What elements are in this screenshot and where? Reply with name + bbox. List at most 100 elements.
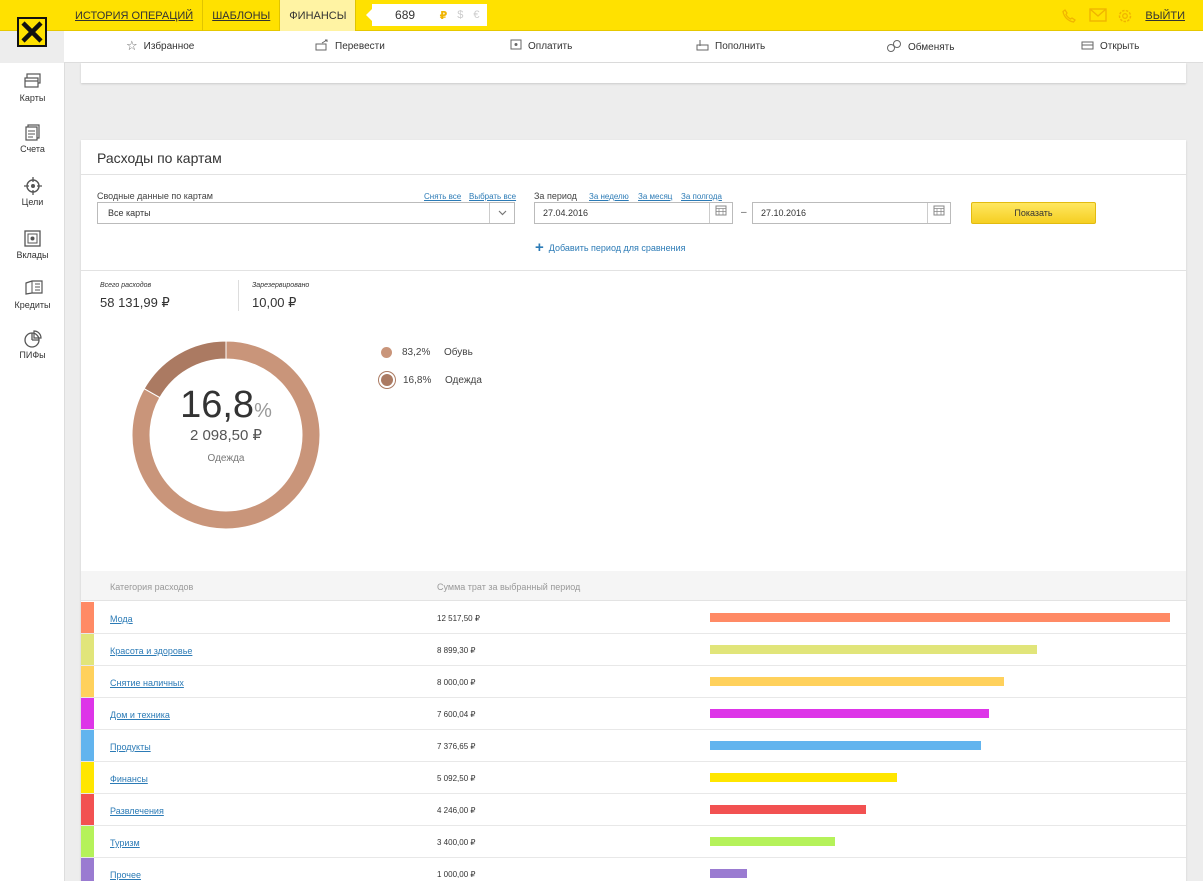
currency-rub[interactable]: ₽ [440,9,448,22]
category-bar [710,773,897,782]
category-bar [710,613,1170,622]
category-link[interactable]: Красота и здоровье [110,646,192,656]
category-color-swatch [81,730,94,761]
chevron-down-icon[interactable] [489,203,514,223]
calendar-icon[interactable] [927,203,950,223]
donut-percent-value: 16,8 [180,384,255,426]
sidebar-item-funds[interactable]: ПИФы [0,330,65,360]
category-link[interactable]: Прочее [110,870,141,880]
legend-item-shoes[interactable]: 83,2% Обувь [381,347,473,358]
category-amount: 4 246,00 ₽ [437,806,476,815]
sidebar-item-label: Счета [20,144,45,154]
period-month-link[interactable]: За месяц [638,192,672,201]
gear-icon[interactable] [1117,8,1133,24]
table-row: Туризм 3 400,00 ₽ [81,826,1186,858]
exit-link[interactable]: ВЫЙТИ [1145,10,1185,22]
tab-finances[interactable]: ФИНАНСЫ [280,0,357,31]
table-row: Снятие наличных 8 000,00 ₽ [81,666,1186,698]
category-link[interactable]: Финансы [110,774,148,784]
add-comparison-period-link[interactable]: + Добавить период для сравнения [535,239,686,256]
table-row: Мода 12 517,50 ₽ [81,602,1186,634]
credit-icon [24,280,43,298]
table-row: Развлечения 4 246,00 ₽ [81,794,1186,826]
date-from-input[interactable]: 27.04.2016 [534,202,733,224]
cards-select-value: Все карты [108,208,151,218]
category-link[interactable]: Развлечения [110,806,164,816]
category-link[interactable]: Мода [110,614,133,624]
currency-usd[interactable]: $ [457,9,463,21]
action-transfer-label: Перевести [335,41,385,52]
donut-center: 16,8% 2 098,50 ₽ Одежда [131,340,321,530]
category-amount: 8 000,00 ₽ [437,678,476,687]
legend-item-clothes[interactable]: 16,8% Одежда [381,374,482,386]
star-icon: ☆ [126,38,138,53]
sidebar-item-goals[interactable]: Цели [0,177,65,207]
category-bar [710,869,747,878]
action-top-up-label: Пополнить [715,41,766,52]
action-exchange[interactable]: Обменять [886,39,954,56]
donut-amount: 2 098,50 ₽ [189,427,263,444]
action-transfer[interactable]: Перевести [315,39,385,54]
pay-icon [510,39,522,53]
category-color-swatch [81,762,94,793]
category-amount: 5 092,50 ₽ [437,774,476,783]
legend-name: Обувь [444,347,473,358]
table-row: Финансы 5 092,50 ₽ [81,762,1186,794]
category-color-swatch [81,826,94,857]
period-halfyear-link[interactable]: За полгода [681,192,722,201]
reserved-label: Зарезервировано [252,282,310,289]
action-pay-label: Оплатить [528,40,573,52]
total-spent-label: Всего расходов [100,282,152,289]
table-row: Прочее 1 000,00 ₽ [81,858,1186,881]
tab-history[interactable]: ИСТОРИЯ ОПЕРАЦИЙ [66,0,204,31]
column-header-category: Категория расходов [110,582,194,592]
divider [81,270,1186,271]
cards-select[interactable]: Все карты [97,202,515,224]
period-week-link[interactable]: За неделю [589,192,629,201]
select-all-link[interactable]: Выбрать все [469,192,516,201]
clear-all-link[interactable]: Снять все [424,192,461,201]
top-tabs: ИСТОРИЯ ОПЕРАЦИЙ ШАБЛОНЫ ФИНАНСЫ 689 ₽ $… [66,0,488,31]
currency-eur[interactable]: € [473,9,479,21]
category-bar [710,805,866,814]
sidebar-item-cards[interactable]: Карты [0,73,65,103]
category-bar [710,677,1004,686]
logo-cross-icon [19,19,45,45]
plus-icon: + [535,239,544,256]
table-header: Категория расходов Сумма трат за выбранн… [81,571,1186,601]
tab-templates[interactable]: ШАБЛОНЫ [203,0,281,31]
mail-icon[interactable] [1089,7,1108,24]
exchange-icon [886,39,902,56]
category-link[interactable]: Продукты [110,742,151,752]
category-color-swatch [81,602,94,633]
category-link[interactable]: Дом и техника [110,710,170,720]
date-to-input[interactable]: 27.10.2016 [752,202,951,224]
sidebar-item-credits[interactable]: Кредиты [0,280,65,310]
column-header-sum: Сумма трат за выбранный период [437,582,581,592]
action-favorites-label: Избранное [143,40,195,52]
action-top-up[interactable]: Пополнить [696,39,765,54]
calendar-icon[interactable] [709,203,732,223]
table-row: Красота и здоровье 8 899,30 ₽ [81,634,1186,666]
donut-percent: 16,8% [131,384,321,427]
show-button[interactable]: Показать [971,202,1096,224]
sidebar-item-deposits[interactable]: Вклады [0,230,65,260]
action-favorites[interactable]: ☆ Избранное [126,39,194,53]
action-pay[interactable]: Оплатить [510,39,572,53]
bank-logo[interactable] [17,17,47,47]
category-color-swatch [81,698,94,729]
category-amount: 12 517,50 ₽ [437,614,480,623]
category-link[interactable]: Снятие наличных [110,678,184,688]
category-amount: 3 400,00 ₽ [437,838,476,847]
previous-card-bottom [81,63,1186,83]
sidebar-item-accounts[interactable]: Счета [0,124,65,154]
category-amount: 8 899,30 ₽ [437,646,476,655]
top-up-icon [696,39,709,54]
sidebar: Карты Счета Цели Вклады Кредиты ПИФы [0,63,65,881]
category-link[interactable]: Туризм [110,838,140,848]
action-open[interactable]: Открыть [1081,39,1139,53]
sidebar-item-label: Цели [21,197,44,207]
balance-amount: 689 [395,8,416,22]
phone-icon[interactable] [1061,8,1077,24]
category-color-swatch [81,794,94,825]
